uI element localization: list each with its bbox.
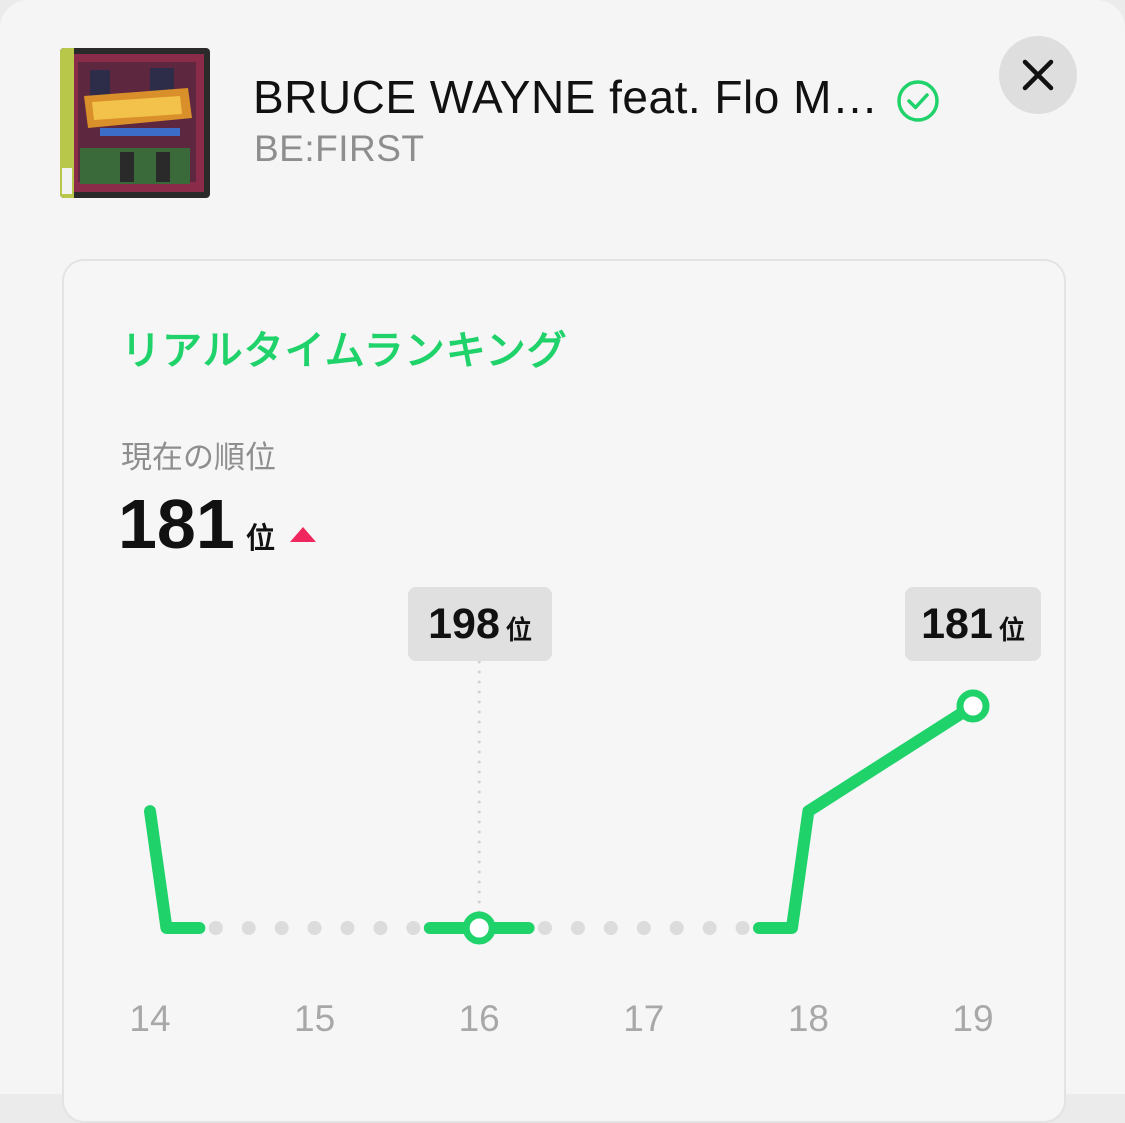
x-tick-label: 14 — [129, 998, 171, 1039]
gap-dot — [406, 921, 421, 935]
tooltip-rank-19: 181 位 — [905, 587, 1041, 661]
gap-dot — [669, 921, 684, 935]
gap-dot — [702, 921, 717, 935]
highlighted-point — [956, 689, 990, 723]
gap-dot — [538, 921, 553, 935]
x-tick-label: 16 — [458, 998, 500, 1039]
tooltip-unit: 位 — [505, 615, 532, 646]
gap-dot — [735, 921, 750, 935]
ranking-line-chart[interactable] — [0, 0, 1125, 1094]
tooltip-rank-16: 198 位 — [408, 587, 552, 661]
gap-dot — [603, 921, 618, 935]
x-tick-label: 15 — [294, 998, 336, 1039]
series-line-segment — [753, 700, 979, 934]
tooltip-value: 181 — [921, 599, 993, 648]
x-tick-label: 17 — [623, 998, 665, 1039]
gap-dot — [241, 921, 256, 935]
gap-dot — [636, 921, 651, 935]
x-tick-label: 18 — [787, 998, 829, 1039]
gap-dot — [208, 921, 223, 935]
tooltip-value: 198 — [428, 599, 500, 648]
series-line-segment — [144, 805, 206, 934]
x-tick-label: 19 — [952, 998, 994, 1039]
gap-dot — [274, 921, 289, 935]
highlighted-point — [462, 911, 496, 945]
gap-dot — [570, 921, 585, 935]
gap-dot — [340, 921, 355, 935]
gap-dot — [307, 921, 322, 935]
gap-dot — [373, 921, 388, 935]
tooltip-unit: 位 — [998, 615, 1025, 646]
